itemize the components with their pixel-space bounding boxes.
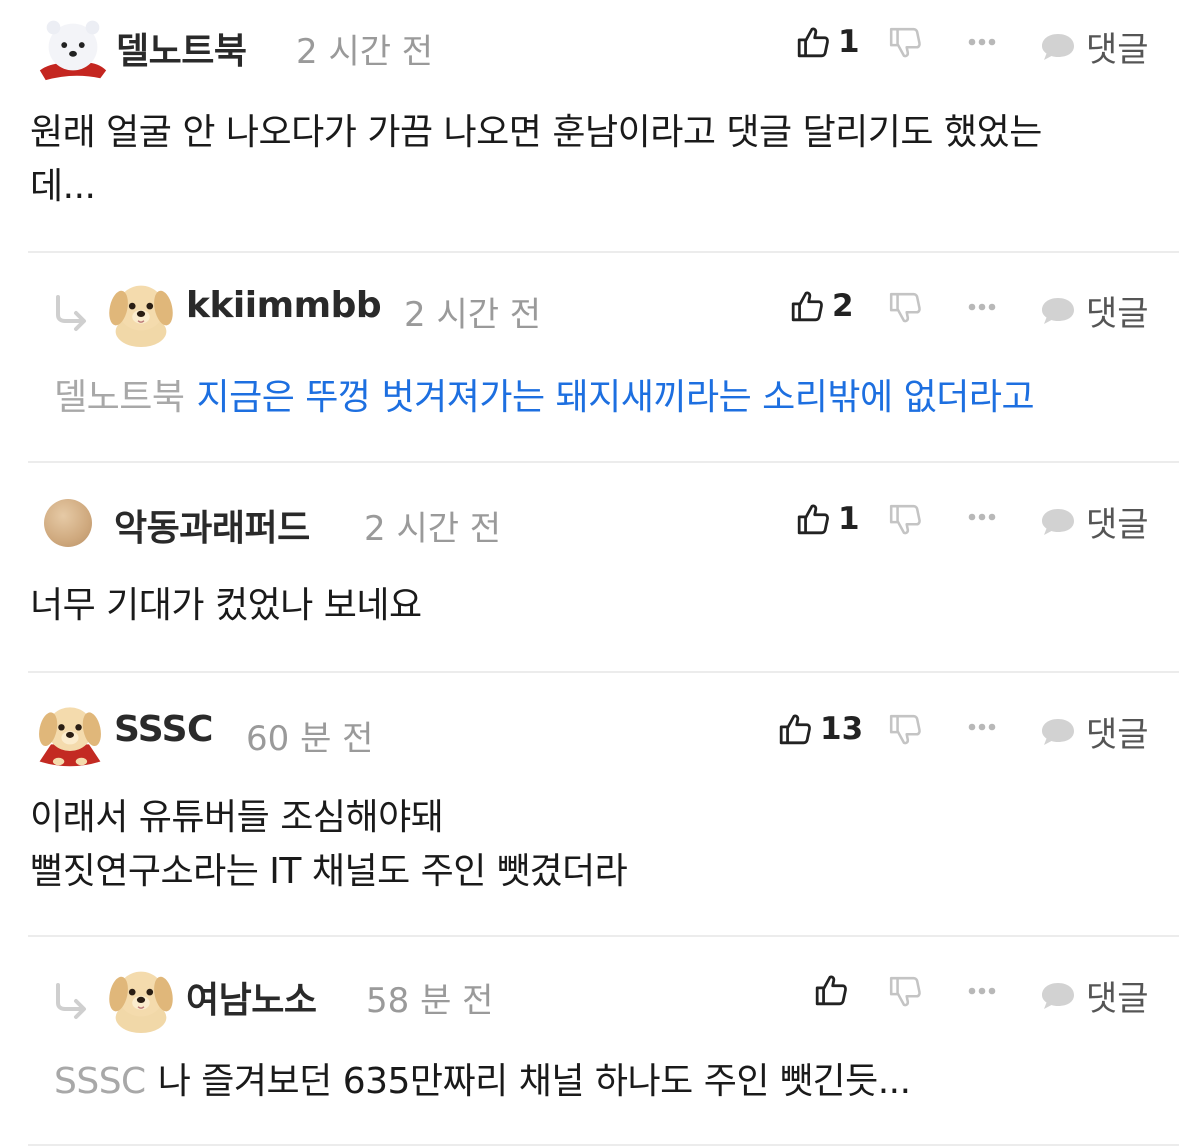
polar-bear-avatar[interactable] (34, 8, 112, 86)
reply-label: 댓글 (1086, 294, 1149, 334)
dislike-button[interactable] (888, 291, 922, 325)
more-button[interactable] (966, 301, 998, 313)
reply-button[interactable]: 댓글 (1040, 22, 1149, 71)
reply-button[interactable]: 댓글 (1040, 707, 1149, 756)
more-icon (966, 721, 998, 733)
like-count: 1 (838, 24, 860, 60)
thumbs-up-icon (778, 712, 812, 746)
comment-author[interactable]: kkiimmbb (186, 285, 382, 326)
comment-time: 2 시간 전 (404, 295, 542, 335)
like-button[interactable]: 1 (796, 24, 860, 60)
comment-item: 델노트북 2 시간 전 1 댓글 원래 얼굴 안 나오다가 가끔 나오면 훈남이… (0, 0, 1179, 252)
like-count: 2 (832, 288, 854, 324)
comment-body: 원래 얼굴 안 나오다가 가끔 나오면 훈남이라고 댓글 달리기도 했었는 데.… (30, 112, 1042, 207)
like-button[interactable] (814, 973, 856, 1007)
comment-bubble-icon (1040, 981, 1076, 1011)
more-icon (966, 36, 998, 48)
comment-bubble-icon (1040, 717, 1076, 747)
comment-author[interactable]: 여남노소 (186, 971, 317, 1023)
comment-item: SSSC 60 분 전 13 댓글 이래서 유튜버들 조심해야돼 뻘짓연구소라는… (0, 673, 1179, 935)
beige-circle-avatar[interactable] (44, 499, 92, 547)
thumbs-down-icon (888, 713, 922, 747)
dislike-button[interactable] (888, 975, 922, 1009)
thumbs-down-icon (888, 503, 922, 537)
reply-button[interactable]: 댓글 (1040, 286, 1149, 335)
like-button[interactable]: 13 (778, 711, 863, 747)
comment-time: 60 분 전 (246, 719, 374, 759)
like-count: 13 (820, 711, 864, 747)
reply-text: 나 즐겨보던 635만짜리 채널 하나도 주인 뺏긴듯... (157, 1061, 911, 1102)
comment-author[interactable]: 델노트북 (116, 22, 247, 74)
like-button[interactable]: 2 (790, 288, 854, 324)
more-button[interactable] (966, 985, 998, 997)
mention-tag[interactable]: 델노트북 (54, 377, 185, 418)
comment-body: 너무 기대가 컸었나 보네요 (30, 585, 422, 626)
thumbs-down-icon (888, 975, 922, 1009)
more-icon (966, 511, 998, 523)
comment-bubble-icon (1040, 32, 1076, 62)
thumbs-up-icon (796, 502, 830, 536)
puppy-avatar[interactable] (102, 271, 180, 349)
dislike-button[interactable] (888, 503, 922, 537)
reply-item: kkiimmbb 2 시간 전 2 댓글 델노트북 지금은 뚜껑 벗겨져가는 돼지… (0, 253, 1179, 461)
reply-label: 댓글 (1086, 30, 1149, 70)
more-button[interactable] (966, 36, 998, 48)
reply-item: 여남노소 58 분 전 댓글 SSSC 나 즐겨보던 635만짜리 채널 하나도 … (0, 937, 1179, 1147)
dislike-button[interactable] (888, 713, 922, 747)
dislike-button[interactable] (888, 26, 922, 60)
more-button[interactable] (966, 511, 998, 523)
comment-body: 이래서 유튜버들 조심해야돼 뻘짓연구소라는 IT 채널도 주인 뺏겼더라 (30, 797, 628, 892)
comment-bubble-icon (1040, 507, 1076, 537)
more-icon (966, 301, 998, 313)
puppy-avatar[interactable] (102, 957, 180, 1035)
like-count: 1 (838, 501, 860, 537)
thumbs-up-icon (814, 973, 848, 1007)
comment-time: 2 시간 전 (364, 509, 502, 549)
comment-author[interactable]: 악동과래퍼드 (114, 499, 310, 551)
comment-bubble-icon (1040, 296, 1076, 326)
comment-author[interactable]: SSSC (114, 709, 213, 750)
reply-arrow-icon (52, 981, 92, 1021)
thumbs-down-icon (888, 291, 922, 325)
reply-button[interactable]: 댓글 (1040, 497, 1149, 546)
reply-label: 댓글 (1086, 715, 1149, 755)
comment-item: 악동과래퍼드 2 시간 전 1 댓글 너무 기대가 컸었나 보네요 (0, 463, 1179, 671)
comment-body: SSSC 나 즐겨보던 635만짜리 채널 하나도 주인 뺏긴듯... (54, 1055, 1179, 1109)
mention-tag[interactable]: SSSC (54, 1061, 146, 1102)
puppy-scarf-avatar[interactable] (32, 695, 108, 771)
more-icon (966, 985, 998, 997)
like-button[interactable]: 1 (796, 501, 860, 537)
reply-button[interactable]: 댓글 (1040, 971, 1149, 1020)
reply-label: 댓글 (1086, 505, 1149, 545)
reply-label: 댓글 (1086, 979, 1149, 1019)
comment-time: 58 분 전 (366, 981, 494, 1021)
reply-arrow-icon (52, 293, 92, 333)
comment-body: 델노트북 지금은 뚜껑 벗겨져가는 돼지새끼라는 소리밖에 없더라고 (54, 371, 1179, 425)
thumbs-up-icon (796, 25, 830, 59)
comment-time: 2 시간 전 (296, 32, 434, 72)
more-button[interactable] (966, 721, 998, 733)
thumbs-down-icon (888, 26, 922, 60)
thumbs-up-icon (790, 289, 824, 323)
divider (28, 1144, 1179, 1146)
reply-text: 지금은 뚜껑 벗겨져가는 돼지새끼라는 소리밖에 없더라고 (196, 377, 1035, 418)
